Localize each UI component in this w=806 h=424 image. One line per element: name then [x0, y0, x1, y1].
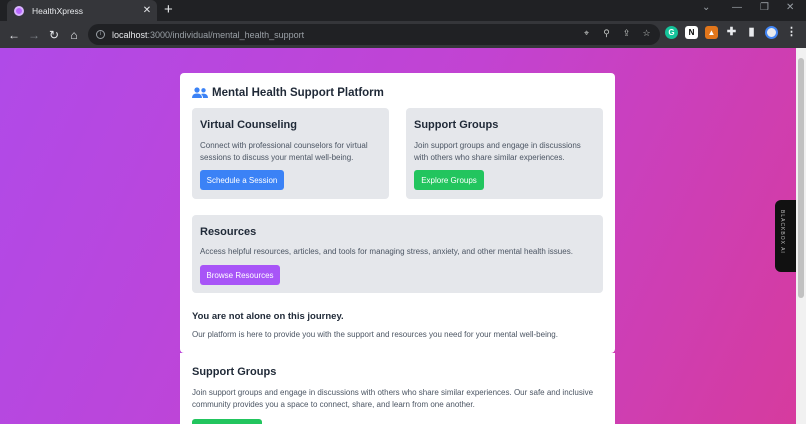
address-bar[interactable]: i localhost:3000/individual/mental_healt… — [88, 24, 660, 45]
support-groups-box-desc: Join support groups and engage in discus… — [414, 141, 581, 162]
not-alone-heading: You are not alone on this journey. — [192, 311, 344, 322]
virtual-counseling-box: Virtual Counseling Connect with professi… — [192, 108, 389, 199]
browser-tab[interactable]: HealthXpress ✕ — [7, 0, 157, 21]
page-title: Mental Health Support Platform — [212, 87, 384, 99]
support-groups-desc: Join support groups and engage in discus… — [192, 388, 594, 409]
info-icon[interactable]: i — [96, 30, 105, 39]
browse-resources-button[interactable]: Browse Resources — [200, 265, 280, 285]
favicon-icon — [14, 5, 24, 16]
virtual-counseling-title: Virtual Counseling — [200, 119, 297, 131]
grammarly-icon[interactable]: G — [665, 26, 678, 39]
share-icon[interactable]: ⇪ — [621, 28, 632, 39]
page-scrollbar[interactable] — [796, 48, 806, 424]
support-groups-box-title: Support Groups — [414, 119, 499, 131]
extensions-puzzle-icon[interactable]: ✚ — [725, 26, 738, 39]
not-alone-desc: Our platform is here to provide you with… — [192, 330, 558, 339]
schedule-session-button[interactable]: Schedule a Session — [200, 170, 284, 190]
bookmark-star-icon[interactable]: ☆ — [641, 28, 652, 39]
platform-card: Mental Health Support Platform Virtual C… — [180, 73, 615, 353]
forward-icon[interactable]: → — [24, 28, 44, 42]
virtual-counseling-desc: Connect with professional counselors for… — [200, 141, 368, 162]
resources-title: Resources — [200, 226, 257, 238]
zoom-icon[interactable]: ⚲ — [601, 28, 612, 39]
tab-strip: HealthXpress ✕ + ⌄ — ❐ ✕ — [0, 0, 806, 21]
side-panel-icon[interactable]: ▮ — [745, 26, 758, 39]
platform-header: Mental Health Support Platform — [192, 87, 384, 99]
url-text[interactable]: localhost:3000/individual/mental_health_… — [112, 30, 304, 40]
new-tab-button[interactable]: + — [164, 2, 173, 18]
close-tab-icon[interactable]: ✕ — [140, 5, 154, 16]
reload-icon[interactable]: ↻ — [44, 28, 64, 42]
metamask-icon[interactable]: ▲ — [705, 26, 718, 39]
join-group-button[interactable] — [192, 419, 262, 424]
home-icon[interactable]: ⌂ — [64, 28, 84, 42]
resources-box: Resources Access helpful resources, arti… — [192, 215, 603, 293]
restore-icon[interactable]: ❐ — [760, 2, 769, 13]
close-window-icon[interactable]: ✕ — [786, 2, 794, 13]
resources-desc: Access helpful resources, articles, and … — [200, 247, 573, 256]
chevron-down-icon[interactable]: ⌄ — [702, 2, 710, 13]
notion-icon[interactable]: N — [685, 26, 698, 39]
tab-title: HealthXpress — [32, 5, 84, 16]
minimize-icon[interactable]: — — [732, 2, 742, 13]
scrollbar-thumb[interactable] — [798, 58, 804, 298]
support-groups-box: Support Groups Join support groups and e… — [406, 108, 603, 199]
support-groups-card: Support Groups Join support groups and e… — [180, 353, 615, 424]
blackbox-ai-widget[interactable]: BLACKBOX AI — [775, 200, 796, 272]
support-groups-heading: Support Groups — [192, 366, 277, 378]
page-viewport: Mental Health Support Platform Virtual C… — [0, 48, 796, 424]
more-menu-icon[interactable]: ⋮ — [785, 26, 798, 39]
back-icon[interactable]: ← — [4, 28, 24, 42]
profile-avatar[interactable] — [765, 26, 778, 39]
users-icon — [192, 87, 208, 98]
blackbox-ai-label: BLACKBOX AI — [779, 210, 785, 254]
location-icon[interactable]: ⌖ — [581, 28, 592, 39]
browser-toolbar: ← → ↻ ⌂ i localhost:3000/individual/ment… — [0, 21, 806, 48]
explore-groups-button[interactable]: Explore Groups — [414, 170, 484, 190]
